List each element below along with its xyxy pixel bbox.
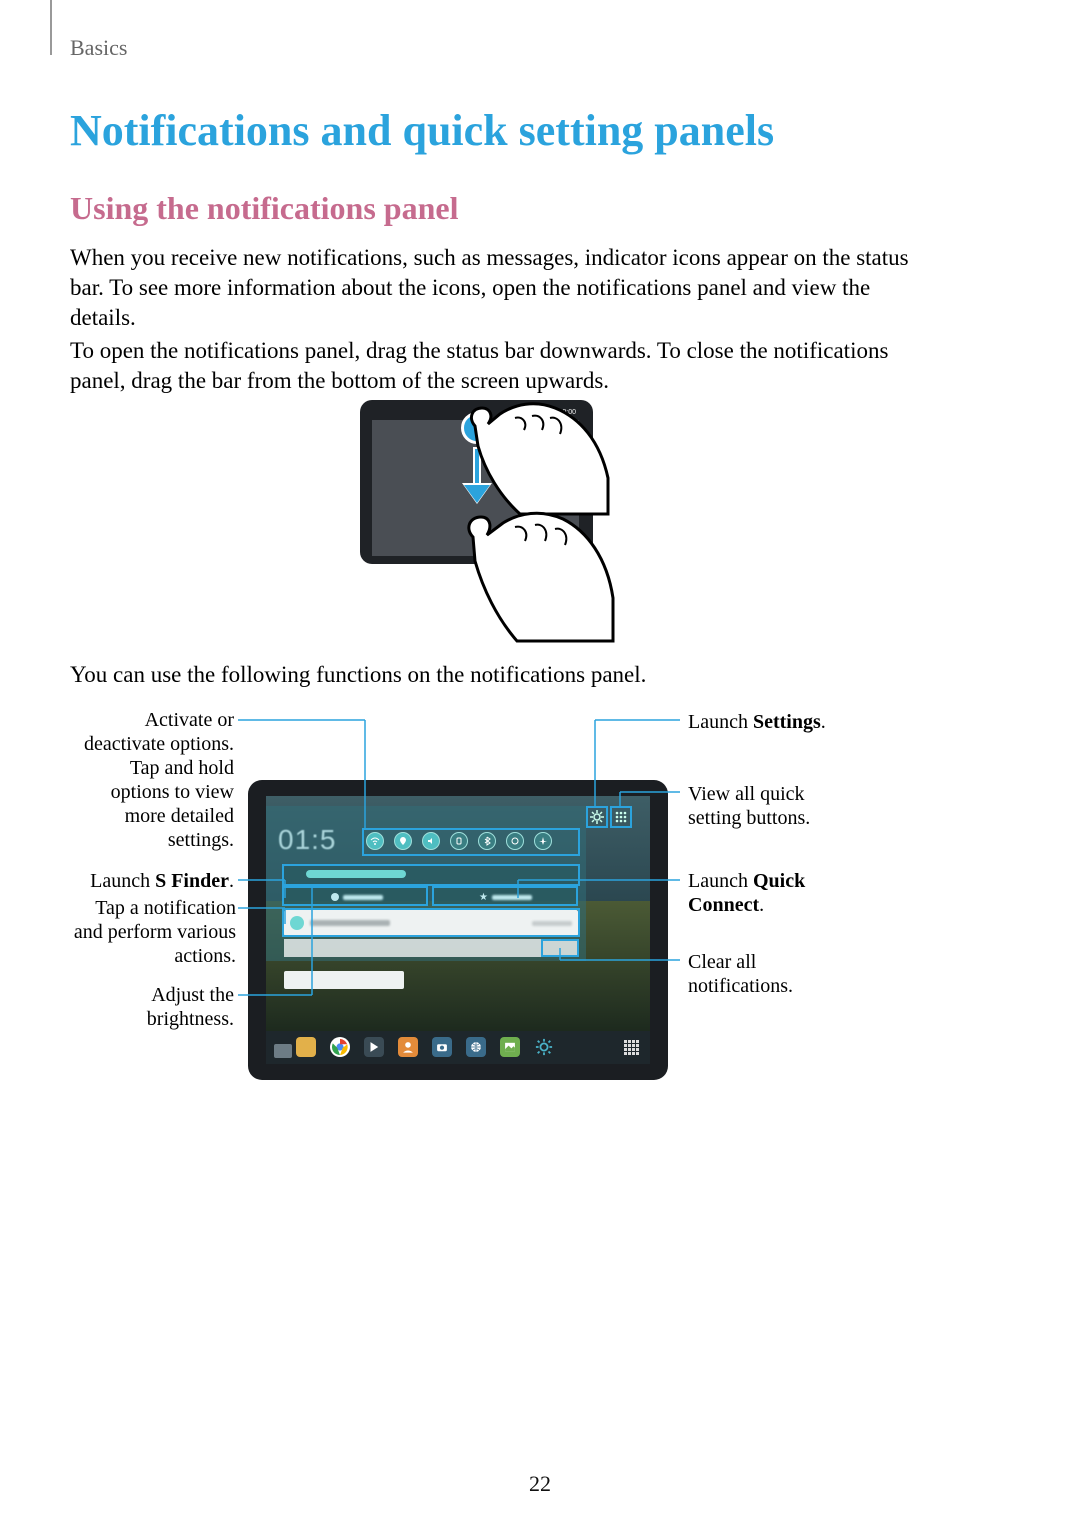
search-widget [284, 971, 404, 989]
page-title: Notifications and quick setting panels [70, 105, 774, 156]
sync-toggle-icon [506, 832, 524, 850]
page-number: 22 [0, 1471, 1080, 1497]
apps-drawer-icon [624, 1040, 642, 1058]
sound-toggle-icon [422, 832, 440, 850]
bluetooth-toggle-icon [478, 832, 496, 850]
callout-sfinder: Launch S Finder. [80, 869, 234, 893]
airplane-toggle-icon [534, 832, 552, 850]
dock [296, 1036, 656, 1058]
play-store-icon [364, 1037, 384, 1057]
chrome-icon [330, 1037, 350, 1057]
sfinder-button [284, 888, 429, 906]
rotate-toggle-icon [450, 832, 468, 850]
internet-icon [466, 1037, 486, 1057]
page-gutter-line [50, 0, 52, 55]
location-toggle-icon [394, 832, 412, 850]
expand-icon [614, 810, 628, 824]
callout-quick-settings: Activate or deactivate options. Tap and … [80, 708, 234, 852]
wifi-toggle-icon [366, 832, 384, 850]
breadcrumb: Basics [70, 35, 127, 61]
device-screen: 01:5 ★ [266, 796, 650, 1064]
annotated-panel-screenshot: 01:5 ★ [248, 780, 668, 1080]
settings-dock-icon [534, 1037, 554, 1057]
callout-notification-action: Tap a notification and perform various a… [68, 896, 236, 968]
wifi-notification-icon [290, 916, 304, 930]
callout-settings: Launch Settings. [688, 710, 858, 734]
quick-settings-row [366, 832, 552, 850]
panel-clock: 01:5 [278, 824, 337, 856]
clear-notifications-bar [284, 939, 578, 957]
body-paragraph-1: When you receive new notifications, such… [70, 243, 940, 333]
notification-entry [284, 910, 578, 936]
folder-icon [274, 1044, 292, 1058]
callout-quick-connect: Launch Quick Connect. [688, 869, 858, 917]
app-icon-1 [296, 1037, 316, 1057]
callout-clear: Clear all notifications. [688, 950, 858, 998]
section-title: Using the notifications panel [70, 190, 458, 227]
callout-view-all: View all quick setting buttons. [688, 782, 858, 830]
hand-top-icon [460, 396, 610, 516]
settings-icon [590, 810, 604, 824]
drag-gesture-illustration: 10:00 [360, 400, 593, 636]
quick-connect-button: ★ [433, 888, 578, 906]
hand-bottom-icon [455, 503, 615, 643]
camera-icon [432, 1037, 452, 1057]
body-paragraph-3: You can use the following functions on t… [70, 660, 940, 690]
contacts-icon [398, 1037, 418, 1057]
body-paragraph-2: To open the notifications panel, drag th… [70, 336, 940, 396]
brightness-slider [284, 866, 578, 884]
gallery-icon [500, 1037, 520, 1057]
callout-brightness: Adjust the brightness. [117, 983, 234, 1031]
